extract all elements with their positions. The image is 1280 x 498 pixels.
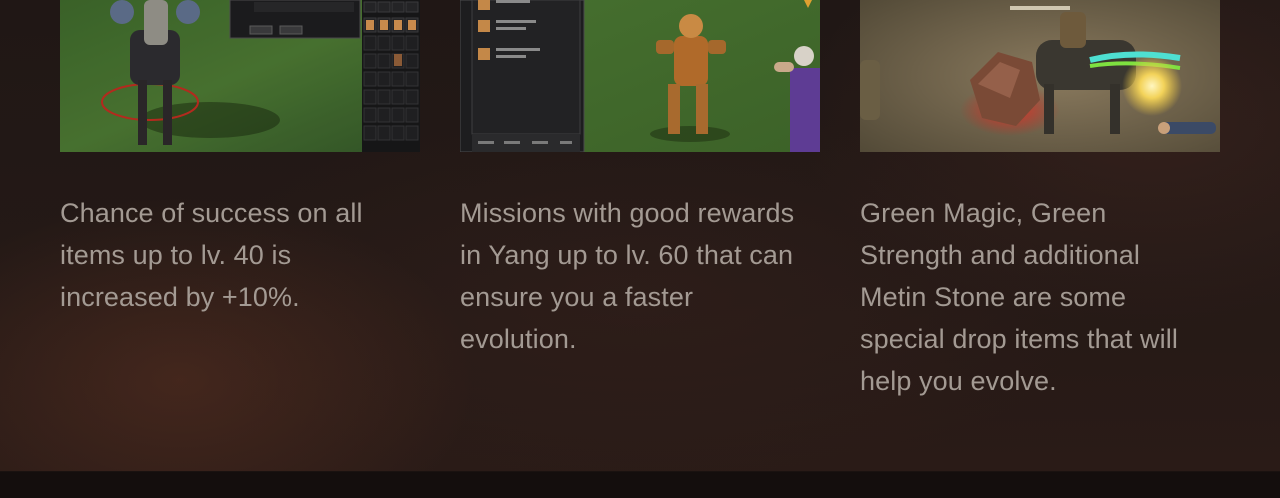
feature-description: Chance of success on all items up to lv.… [60,198,363,312]
feature-card-missions: Missions with good rewards in Yang up to… [460,0,820,360]
feature-description: Missions with good rewards in Yang up to… [460,198,795,354]
feature-screenshot-quests[interactable] [460,0,820,152]
feature-card-drops: Green Magic, Green Strength and addition… [860,0,1220,402]
feature-card-success-chance: Chance of success on all items up to lv.… [60,0,420,318]
features-section: Chance of success on all items up to lv.… [0,0,1280,471]
feature-screenshot-metin-stone[interactable] [860,0,1220,152]
footer-bar [0,471,1280,498]
feature-description: Green Magic, Green Strength and addition… [860,198,1178,396]
feature-screenshot-inventory[interactable] [60,0,420,152]
